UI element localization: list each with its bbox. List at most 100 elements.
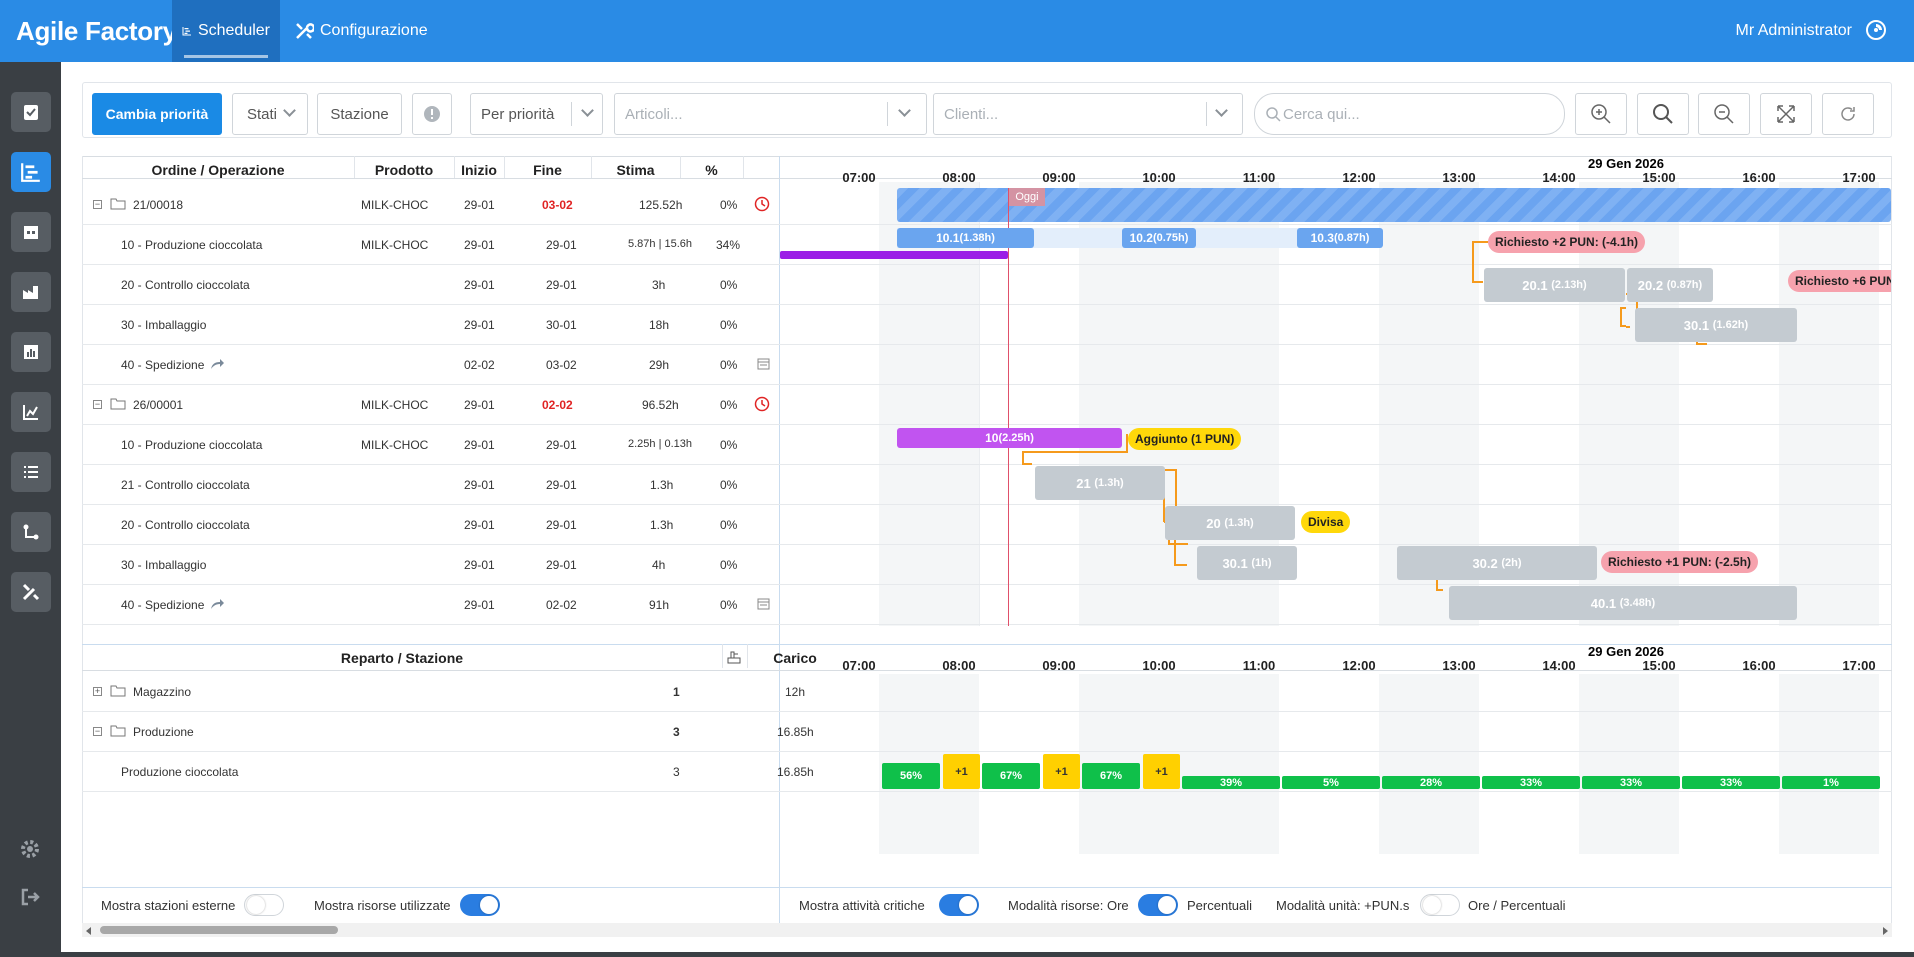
gantt-bar-30-1b[interactable]: 30.1 (1h) — [1197, 546, 1297, 580]
scroll-thumb[interactable] — [100, 926, 338, 934]
resource-count: 3 — [673, 765, 680, 779]
resource-carico: 12h — [785, 685, 806, 699]
toggle-risorse-utilizzate[interactable] — [460, 894, 500, 916]
hour-tick: 16:00 — [1742, 658, 1776, 673]
bar-label: 20 — [1206, 515, 1221, 531]
main-content: Cambia priorità Stati Stazione Per prior… — [61, 62, 1914, 952]
sidebar-item-calendar[interactable] — [11, 212, 51, 252]
gantt-bar-20[interactable]: 20 (1.3h) — [1165, 506, 1295, 540]
load-bar[interactable]: 33% — [1582, 776, 1680, 789]
sidebar-item-list[interactable] — [11, 452, 51, 492]
load-extra-bar[interactable]: +1 — [1043, 754, 1080, 789]
hour-tick: 14:00 — [1542, 658, 1576, 673]
load-extra-bar[interactable]: +1 — [1143, 754, 1180, 789]
resource-count: 1 — [673, 685, 680, 699]
resource-count: 3 — [673, 725, 680, 739]
logout-icon[interactable] — [19, 886, 41, 908]
hour-tick: 11:00 — [1242, 658, 1276, 673]
expand-icon[interactable]: + — [93, 687, 102, 696]
nav-tab-scheduler[interactable]: Scheduler — [172, 0, 280, 62]
load-bar[interactable]: 33% — [1682, 776, 1780, 789]
horizontal-scrollbar[interactable] — [82, 923, 1892, 937]
load-bar[interactable]: 1% — [1782, 776, 1880, 789]
load-bar[interactable]: 67% — [1082, 763, 1140, 789]
gantt-bar-20-1[interactable]: 20.1 (2.13h) — [1484, 268, 1625, 302]
hour-tick: 09:00 — [1042, 658, 1076, 673]
toggle-attivita-critiche[interactable] — [939, 894, 979, 916]
requested-tag[interactable]: Richiesto +6 PUN — [1788, 270, 1891, 292]
load-bar[interactable]: 28% — [1382, 776, 1480, 789]
bar-label: 30.2 — [1472, 555, 1498, 571]
gantt-bar-30-1[interactable]: 30.1 (1.62h) — [1635, 308, 1797, 342]
bar-duration: (2h) — [1501, 557, 1522, 569]
load-column-shade — [1779, 674, 1879, 854]
bar-label: 30.1 — [1222, 555, 1248, 571]
bar-duration: (1.3h) — [1224, 517, 1254, 529]
scroll-right-arrow[interactable] — [1883, 927, 1888, 935]
bar-label: 10 — [985, 431, 999, 445]
col-header-reparto[interactable]: Reparto / Stazione — [82, 650, 722, 666]
bar-label: 30.1 — [1683, 317, 1710, 333]
sidebar-item-factory[interactable] — [11, 272, 51, 312]
sidebar-item-routing[interactable] — [11, 512, 51, 552]
load-bar[interactable]: 67% — [982, 763, 1040, 789]
hour-tick: 13:00 — [1442, 658, 1476, 673]
toggle-modalita-risorse[interactable] — [1138, 894, 1178, 916]
gear-icon[interactable] — [19, 838, 41, 860]
app-title: Agile Factory — [16, 16, 177, 46]
load-bar[interactable]: 5% — [1282, 776, 1380, 789]
user-name[interactable]: Mr Administrator — [1736, 22, 1852, 40]
gantt-bar-20-2[interactable]: 20.2 (0.87h) — [1627, 268, 1713, 302]
toggle-modalita-unita[interactable] — [1420, 894, 1460, 916]
scheduler-icon — [182, 27, 191, 36]
nav-tab-configurazione[interactable]: Configurazione — [284, 0, 438, 62]
gantt-bar-10[interactable]: 10 (2.25h) — [897, 428, 1122, 448]
sidebar — [0, 62, 61, 957]
machine-icon — [727, 651, 741, 664]
sidebar-item-analytics[interactable] — [11, 392, 51, 432]
toggle-label-mod-risorse: Modalità risorse: Ore — [1008, 898, 1129, 913]
split-tag[interactable]: Divisa — [1301, 511, 1351, 533]
load-extra-bar[interactable]: +1 — [943, 754, 980, 789]
user-logo-icon[interactable] — [1864, 18, 1888, 42]
bar-label: 40.1 — [1590, 595, 1617, 611]
bar-duration: (1.3h) — [1094, 477, 1124, 489]
nav-tab-configurazione-label: Configurazione — [320, 22, 428, 39]
toggle-label-mod-unita: Modalità unità: +PUN.s — [1276, 898, 1410, 913]
requested-tag[interactable]: Richiesto +1 PUN: (-2.5h) — [1601, 551, 1759, 573]
gantt-bar-40-1[interactable]: 40.1 (3.48h) — [1449, 586, 1797, 620]
toggle-label-percentuali: Percentuali — [1187, 898, 1253, 913]
calendar-icon — [24, 226, 38, 239]
tools-icon — [296, 23, 314, 39]
resource-carico: 16.85h — [777, 725, 814, 739]
load-column-shade — [1579, 674, 1679, 854]
hour-tick: 15:00 — [1642, 658, 1676, 673]
bar-duration: (2.13h) — [1551, 279, 1587, 291]
flow-icon — [23, 524, 39, 540]
collapse-icon[interactable]: − — [93, 727, 102, 736]
load-bar[interactable]: 33% — [1482, 776, 1580, 789]
line-chart-icon — [23, 405, 38, 420]
bar-duration: (1.62h) — [1712, 319, 1749, 331]
scroll-left-arrow[interactable] — [86, 927, 91, 935]
gantt-bar-30-2[interactable]: 30.2 (2h) — [1397, 546, 1597, 580]
hour-tick: 08:00 — [942, 658, 976, 673]
sidebar-item-scheduler[interactable] — [11, 152, 51, 192]
load-bar[interactable]: 56% — [882, 763, 940, 789]
bar-duration: (0.87h) — [1666, 279, 1703, 291]
toggle-stazioni-esterne[interactable] — [244, 894, 284, 916]
sidebar-item-tools[interactable] — [11, 572, 51, 612]
list-icon — [24, 466, 38, 478]
folder-open-icon — [110, 725, 126, 737]
bar-label: 21 — [1076, 475, 1091, 491]
sidebar-item-tasks[interactable] — [11, 92, 51, 132]
load-bar[interactable]: 39% — [1182, 776, 1280, 789]
wrench-icon — [22, 583, 40, 601]
added-tag[interactable]: Aggiunto (1 PUN) — [1128, 428, 1242, 450]
gantt-bar-21[interactable]: 21 (1.3h) — [1035, 466, 1165, 500]
sidebar-item-reports[interactable] — [11, 332, 51, 372]
toggle-label-risorse: Mostra risorse utilizzate — [314, 898, 451, 913]
bar-label: 20.2 — [1637, 277, 1664, 293]
factory-icon — [23, 286, 38, 299]
hour-tick: 17:00 — [1842, 658, 1876, 673]
